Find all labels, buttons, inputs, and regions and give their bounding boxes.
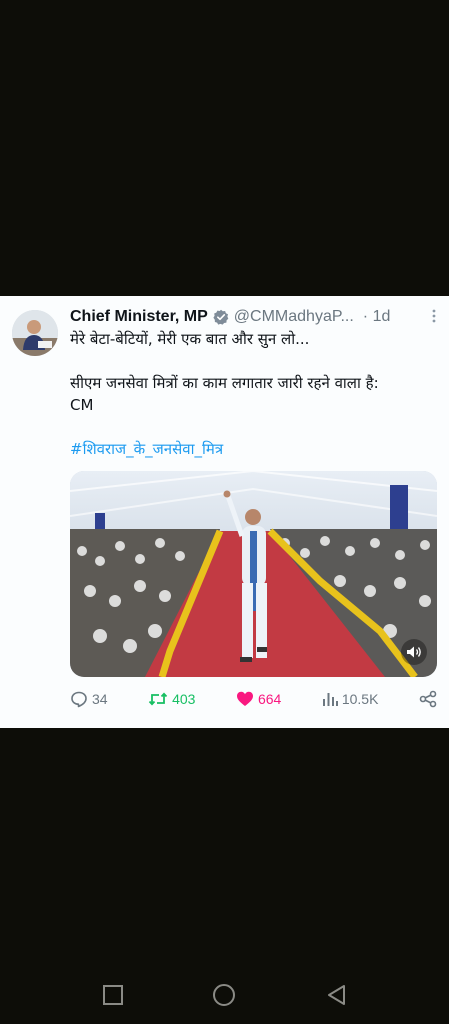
avatar[interactable] <box>12 310 58 356</box>
tweet-card[interactable]: Chief Minister, MP @CMMadhyaP... · 1d मे… <box>0 296 449 728</box>
video-frame <box>70 471 437 677</box>
reply-button[interactable]: 34 <box>70 690 108 708</box>
retweet-count: 403 <box>172 691 196 707</box>
share-icon <box>419 690 437 708</box>
tweet-line-2: सीएम जनसेवा मित्रों का काम लगातार जारी र… <box>70 374 379 392</box>
tweet-time[interactable]: · 1d <box>363 308 391 326</box>
retweet-button[interactable]: 403 <box>148 690 195 708</box>
tweet-text: मेरे बेटा-बेटियों, मेरी एक बात और सुन लो… <box>70 328 438 460</box>
tweet-line-1: मेरे बेटा-बेटियों, मेरी एक बात और सुन लो… <box>70 330 310 348</box>
reply-icon <box>70 690 88 708</box>
retweet-icon <box>148 690 168 708</box>
views-button[interactable]: 10.5K <box>322 690 379 708</box>
verified-badge-icon <box>213 309 229 325</box>
author-handle[interactable]: @CMMadhyaP... <box>234 308 354 326</box>
share-button[interactable] <box>419 690 437 708</box>
nav-back-icon[interactable] <box>325 983 349 1007</box>
author-name[interactable]: Chief Minister, MP <box>70 308 208 326</box>
nav-square-icon[interactable] <box>101 983 125 1007</box>
volume-icon[interactable] <box>401 639 427 665</box>
nav-circle-icon[interactable] <box>212 983 236 1007</box>
system-nav-bar <box>0 975 449 1015</box>
reply-count: 34 <box>92 691 108 707</box>
views-icon <box>322 690 338 708</box>
more-options-icon[interactable] <box>431 308 437 327</box>
tweet-line-3: CM <box>70 396 94 414</box>
hashtag-link[interactable]: #शिवराज_के_जनसेवा_मित्र <box>70 438 438 460</box>
like-icon <box>236 690 254 708</box>
tweet-actions: 34 403 664 10.5K <box>70 688 437 710</box>
like-button[interactable]: 664 <box>236 690 281 708</box>
like-count: 664 <box>257 691 282 707</box>
top-black-area <box>0 0 449 296</box>
tweet-video[interactable] <box>70 471 437 677</box>
views-count: 10.5K <box>341 691 379 707</box>
tweet-header: Chief Minister, MP @CMMadhyaP... · 1d <box>70 306 437 328</box>
